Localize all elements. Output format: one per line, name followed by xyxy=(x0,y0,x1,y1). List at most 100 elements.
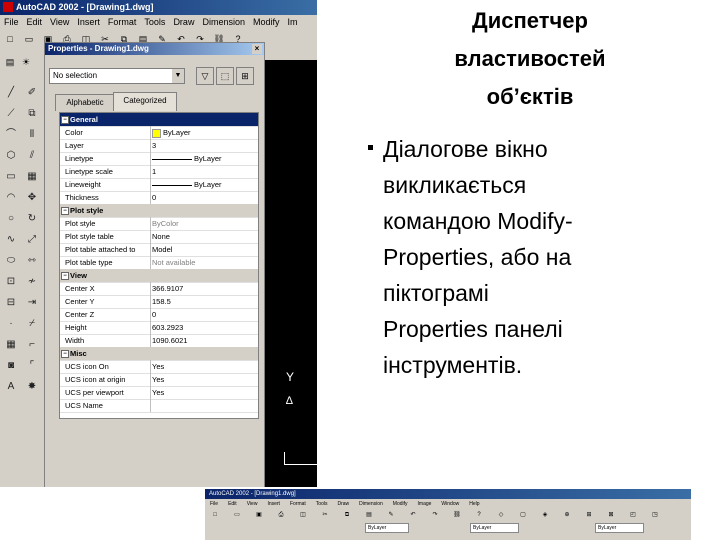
menu-item[interactable]: Modify xyxy=(253,17,280,27)
property-row[interactable]: Center Y 158.5 xyxy=(60,295,258,309)
thumbnail-tool-icon[interactable]: ◈ xyxy=(541,511,549,519)
menu-item[interactable]: File xyxy=(4,17,19,27)
chevron-down-icon[interactable]: ▼ xyxy=(172,69,184,83)
mirror-icon[interactable]: ⫴ xyxy=(25,128,39,142)
menu-item[interactable]: Im xyxy=(288,17,298,27)
ellipse-icon[interactable]: ⬭ xyxy=(4,254,18,268)
thumbnail-linetype-combo[interactable]: ByLayer xyxy=(470,523,519,533)
property-row[interactable]: Center X 366.9107 xyxy=(60,282,258,296)
property-row[interactable]: Plot table type Not available xyxy=(60,256,258,270)
stretch-icon[interactable]: ⇿ xyxy=(25,254,39,268)
collapse-icon[interactable]: − xyxy=(61,116,69,124)
property-category[interactable]: − Plot style xyxy=(60,204,258,218)
menu-item[interactable]: Tools xyxy=(144,17,165,27)
thumbnail-menu-item[interactable]: File xyxy=(210,501,218,507)
property-row[interactable]: UCS icon On Yes xyxy=(60,360,258,374)
property-row[interactable]: UCS icon at origin Yes xyxy=(60,373,258,387)
thumbnail-tool-icon[interactable]: ? xyxy=(475,511,483,519)
drawing-area[interactable]: Y ∆ xyxy=(262,60,317,487)
collapse-icon[interactable]: − xyxy=(61,350,69,358)
spline-icon[interactable]: ∿ xyxy=(4,233,18,247)
thumbnail-menu-item[interactable]: View xyxy=(247,501,258,507)
property-row[interactable]: Height 603.2923 xyxy=(60,321,258,335)
thumbnail-tool-icon[interactable]: ↷ xyxy=(431,511,439,519)
tab-categorized[interactable]: Categorized xyxy=(113,92,177,111)
close-icon[interactable]: × xyxy=(252,44,262,54)
menu-item[interactable]: Edit xyxy=(27,17,43,27)
thumbnail-lineweight-combo[interactable]: ByLayer xyxy=(595,523,644,533)
thumbnail-tool-icon[interactable]: ⛓ xyxy=(453,511,461,519)
thumbnail-menu-item[interactable]: Insert xyxy=(267,501,280,507)
property-row[interactable]: Color ByLayer xyxy=(60,126,258,140)
thumbnail-tool-icon[interactable]: ◇ xyxy=(497,511,505,519)
property-value-cell[interactable]: Yes xyxy=(152,386,256,399)
fillet-icon[interactable]: ⌜ xyxy=(25,359,39,373)
property-value-cell[interactable]: ByLayer xyxy=(152,178,256,191)
property-row[interactable]: UCS per viewport Yes xyxy=(60,386,258,400)
quick-select-button[interactable]: ▽ xyxy=(196,67,214,85)
offset-icon[interactable]: ⫽ xyxy=(25,149,39,163)
region-icon[interactable]: ◙ xyxy=(4,359,18,373)
point-icon[interactable]: · xyxy=(4,317,18,331)
chamfer-icon[interactable]: ⌐ xyxy=(25,338,39,352)
property-value-cell[interactable]: Not available xyxy=(152,256,256,269)
layers-icon[interactable]: ▤ xyxy=(4,56,16,68)
selection-dropdown[interactable]: No selection ▼ xyxy=(49,68,185,84)
property-row[interactable]: Plot style ByColor xyxy=(60,217,258,231)
property-value-cell[interactable]: Model xyxy=(152,243,256,256)
thumbnail-menu-item[interactable]: Format xyxy=(290,501,306,507)
thumbnail-menu-item[interactable]: Help xyxy=(469,501,479,507)
menu-item[interactable]: Draw xyxy=(173,17,194,27)
thumbnail-color-combo[interactable]: ByLayer xyxy=(365,523,409,533)
erase-icon[interactable]: ✐ xyxy=(25,86,39,100)
thumbnail-tool-icon[interactable]: ▢ xyxy=(519,511,527,519)
thumbnail-tool-icon[interactable]: ↶ xyxy=(409,511,417,519)
thumbnail-tool-icon[interactable]: ✂ xyxy=(321,511,329,519)
thumbnail-menu-item[interactable]: Image xyxy=(418,501,432,507)
tab-alphabetic[interactable]: Alphabetic xyxy=(55,94,115,111)
property-row[interactable]: Center Z 0 xyxy=(60,308,258,322)
thumbnail-tool-icon[interactable]: ▭ xyxy=(233,511,241,519)
property-value-cell[interactable]: 603.2923 xyxy=(152,321,256,334)
thumbnail-tool-icon[interactable]: □ xyxy=(211,511,219,519)
property-row[interactable]: Plot table attached to Model xyxy=(60,243,258,257)
property-row[interactable]: Linetype ByLayer xyxy=(60,152,258,166)
thumbnail-menu-item[interactable]: Modify xyxy=(393,501,408,507)
property-row[interactable]: Layer 3 xyxy=(60,139,258,153)
property-row[interactable]: Linetype scale 1 xyxy=(60,165,258,179)
scale-icon[interactable]: ⤢ xyxy=(25,233,39,247)
toggle-pickadd-button[interactable]: ⊞ xyxy=(236,67,254,85)
menu-item[interactable]: Format xyxy=(108,17,137,27)
thumbnail-tool-icon[interactable]: ✎ xyxy=(387,511,395,519)
extend-icon[interactable]: ⇥ xyxy=(25,296,39,310)
make-block-icon[interactable]: ⊟ xyxy=(4,296,18,310)
property-value-cell[interactable]: 366.9107 xyxy=(152,282,256,295)
thumbnail-menu-item[interactable]: Dimension xyxy=(359,501,383,507)
property-row[interactable]: Thickness 0 xyxy=(60,191,258,205)
explode-icon[interactable]: ✸ xyxy=(25,380,39,394)
move-icon[interactable]: ✥ xyxy=(25,191,39,205)
array-icon[interactable]: ▦ xyxy=(25,170,39,184)
property-value-cell[interactable]: ByLayer xyxy=(152,126,256,139)
rotate-icon[interactable]: ↻ xyxy=(25,212,39,226)
thumbnail-tool-icon[interactable]: ▤ xyxy=(365,511,373,519)
circle-icon[interactable]: ○ xyxy=(4,212,18,226)
thumbnail-tool-icon[interactable]: ◫ xyxy=(299,511,307,519)
property-category[interactable]: − View xyxy=(60,269,258,283)
hatch-icon[interactable]: ▦ xyxy=(4,338,18,352)
property-row[interactable]: Width 1090.6021 xyxy=(60,334,258,348)
menu-item[interactable]: View xyxy=(50,17,69,27)
property-value-cell[interactable]: 0 xyxy=(152,308,256,321)
property-value-cell[interactable]: 0 xyxy=(152,191,256,204)
thumbnail-menu-item[interactable]: Draw xyxy=(337,501,349,507)
menu-item[interactable]: Insert xyxy=(77,17,100,27)
thumbnail-menu-item[interactable]: Tools xyxy=(316,501,328,507)
multiline-text-icon[interactable]: A xyxy=(4,380,18,394)
property-value-cell[interactable]: ByLayer xyxy=(152,152,256,165)
property-value-cell[interactable]: 1 xyxy=(152,165,256,178)
collapse-icon[interactable]: − xyxy=(61,207,69,215)
trim-icon[interactable]: ≁ xyxy=(25,275,39,289)
thumbnail-menu-item[interactable]: Window xyxy=(441,501,459,507)
property-value-cell[interactable]: Yes xyxy=(152,360,256,373)
property-value-cell[interactable]: None xyxy=(152,230,256,243)
